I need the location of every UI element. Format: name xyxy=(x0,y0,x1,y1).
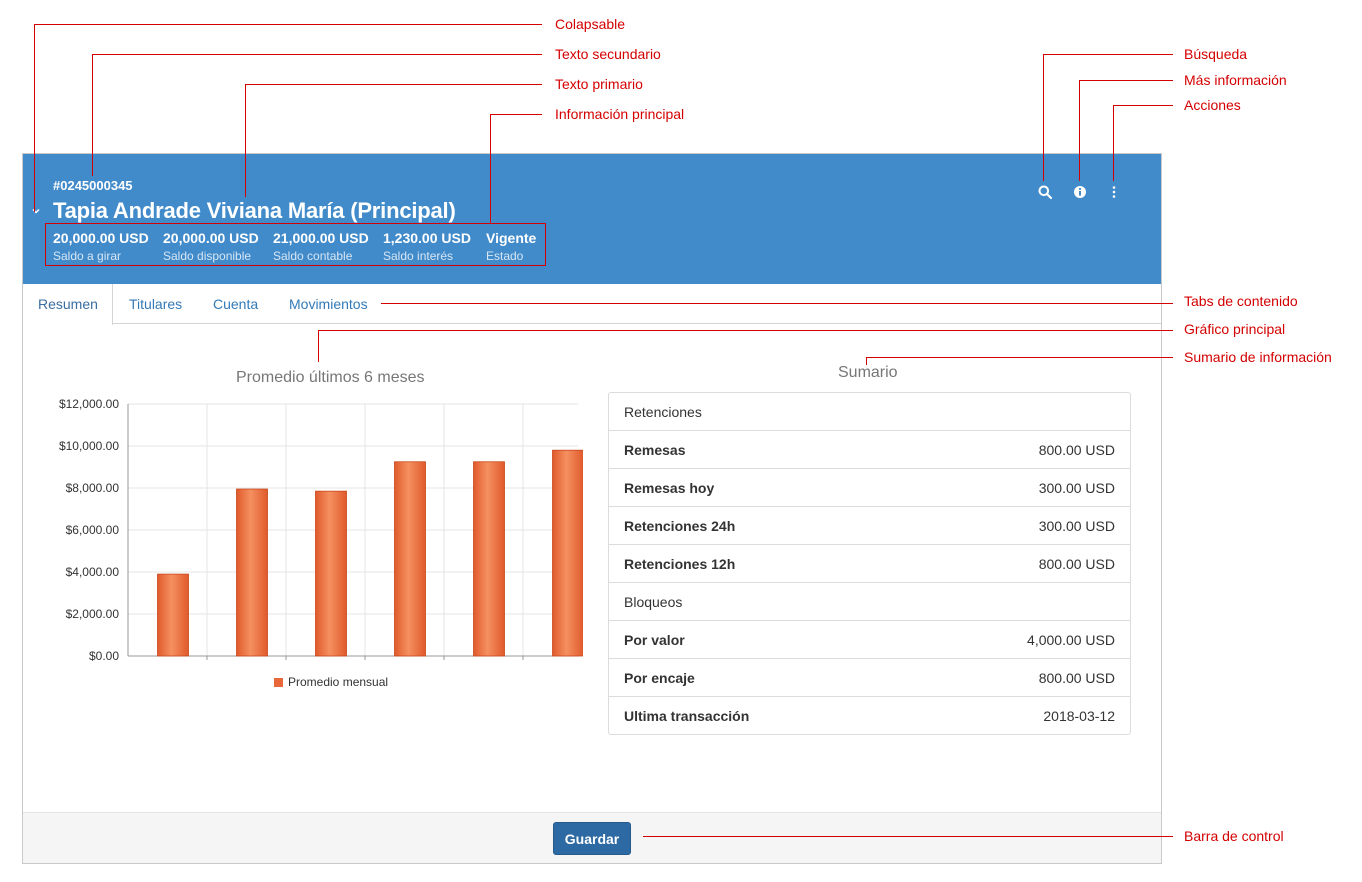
legend-label: Promedio mensual xyxy=(288,675,389,689)
chart-title: Promedio últimos 6 meses xyxy=(236,369,425,386)
annotation-info-summary: Sumario de información xyxy=(1184,349,1332,365)
chevron-down-icon[interactable] xyxy=(31,206,41,216)
annotation-line xyxy=(318,330,319,362)
search-icon[interactable] xyxy=(1037,184,1053,200)
summary-row-label: Ultima transacción xyxy=(624,707,750,724)
annotation-line xyxy=(34,24,542,25)
annotation-box-main-info xyxy=(45,223,546,266)
summary-row-value: 300.00 USD xyxy=(1038,517,1115,534)
summary-row-label: Retenciones xyxy=(624,403,702,420)
annotation-actions: Acciones xyxy=(1184,97,1241,113)
summary-row-value: 800.00 USD xyxy=(1038,441,1115,458)
info-icon[interactable] xyxy=(1072,184,1088,200)
annotation-line xyxy=(866,357,867,365)
annotation-line xyxy=(245,84,542,85)
annotation-primary-text: Texto primario xyxy=(555,76,643,92)
annotation-line xyxy=(1079,80,1173,81)
summary-row-label: Retenciones 12h xyxy=(624,555,736,572)
legend-swatch xyxy=(274,678,283,687)
annotation-control-bar: Barra de control xyxy=(1184,828,1284,844)
summary-row-value: 300.00 USD xyxy=(1038,479,1115,496)
y-tick-label: $12,000.00 xyxy=(59,397,119,411)
chart-bar xyxy=(236,488,268,657)
content-tabs: Resumen Titulares Cuenta Movimientos xyxy=(23,284,1161,325)
annotation-line xyxy=(318,330,1173,331)
annotation-search: Búsqueda xyxy=(1184,46,1248,62)
annotation-line xyxy=(1043,54,1173,55)
annotation-line xyxy=(92,54,542,55)
control-bar: Guardar xyxy=(23,812,1161,863)
y-tick-label: $0.00 xyxy=(89,649,119,663)
chart-bar xyxy=(157,573,189,657)
summary-row: Remesas hoy 300.00 USD xyxy=(609,468,1130,506)
annotation-line xyxy=(1113,105,1173,106)
tab-titulares[interactable]: Titulares xyxy=(114,284,197,324)
annotation-line xyxy=(245,84,246,197)
tab-cuenta[interactable]: Cuenta xyxy=(198,284,273,324)
summary-row: Por valor 4,000.00 USD xyxy=(609,620,1130,658)
summary-row: Ultima transacción 2018-03-12 xyxy=(609,696,1130,734)
summary-row: Por encaje 800.00 USD xyxy=(609,658,1130,696)
summary-row-value: 800.00 USD xyxy=(1038,555,1115,572)
chart-bar xyxy=(473,461,505,657)
summary-row: Retenciones 24h 300.00 USD xyxy=(609,506,1130,544)
y-tick-label: $2,000.00 xyxy=(66,607,120,621)
tab-resumen[interactable]: Resumen xyxy=(23,284,113,325)
summary-row-label: Bloqueos xyxy=(624,593,683,610)
summary-row-label: Remesas xyxy=(624,441,686,458)
bar-chart: $0.00 $2,000.00 $4,000.00 $6,000.00 $8,000.0… xyxy=(59,397,583,663)
annotation-line xyxy=(1079,80,1080,181)
y-tick-label: $10,000.00 xyxy=(59,439,119,453)
chart-bar xyxy=(552,449,583,657)
annotation-secondary-text: Texto secundario xyxy=(555,46,661,62)
annotation-line xyxy=(490,114,491,224)
annotation-collapsible: Colapsable xyxy=(555,16,626,32)
tab-movimientos[interactable]: Movimientos xyxy=(274,284,383,324)
summary-row-label: Remesas hoy xyxy=(624,479,715,496)
annotation-content-tabs: Tabs de contenido xyxy=(1184,293,1298,309)
summary-row-value: 800.00 USD xyxy=(1038,669,1115,686)
annotation-line xyxy=(381,303,1173,304)
annotation-line xyxy=(866,357,1173,358)
annotation-line xyxy=(34,24,35,212)
annotation-line xyxy=(1043,54,1044,181)
summary-section-bloqueos: Bloqueos xyxy=(609,582,1130,620)
summary-row-value: 2018-03-12 xyxy=(1043,707,1115,724)
annotation-line xyxy=(1113,105,1114,181)
summary-table: Retenciones Remesas 800.00 USD Remesas ho… xyxy=(608,392,1131,735)
summary-title: Sumario xyxy=(838,364,898,381)
summary-row: Retenciones 12h 800.00 USD xyxy=(609,544,1130,582)
annotation-line xyxy=(643,836,1173,837)
y-tick-label: $4,000.00 xyxy=(66,565,120,579)
summary-row: Remesas 800.00 USD xyxy=(609,430,1130,468)
account-number: #0245000345 xyxy=(53,178,133,193)
summary-row-label: Retenciones 24h xyxy=(624,517,736,534)
annotation-main-chart: Gráfico principal xyxy=(1184,321,1286,337)
summary-row-value: 4,000.00 USD xyxy=(1027,631,1115,648)
more-vertical-icon[interactable] xyxy=(1106,184,1122,200)
annotation-line xyxy=(92,54,93,176)
y-tick-label: $6,000.00 xyxy=(66,523,120,537)
annotation-main-info: Información principal xyxy=(555,106,685,122)
annotation-more-info: Más información xyxy=(1184,72,1287,88)
chart-bar xyxy=(315,490,347,657)
chart-bar xyxy=(394,461,426,657)
summary-row-label: Por valor xyxy=(624,631,685,648)
save-button[interactable]: Guardar xyxy=(553,822,631,855)
account-holder-name: Tapia Andrade Viviana María (Principal) xyxy=(53,198,456,223)
summary-row-label: Por encaje xyxy=(624,669,695,686)
summary-section-retenciones: Retenciones xyxy=(609,393,1130,430)
y-tick-label: $8,000.00 xyxy=(66,481,120,495)
annotation-line xyxy=(490,114,542,115)
